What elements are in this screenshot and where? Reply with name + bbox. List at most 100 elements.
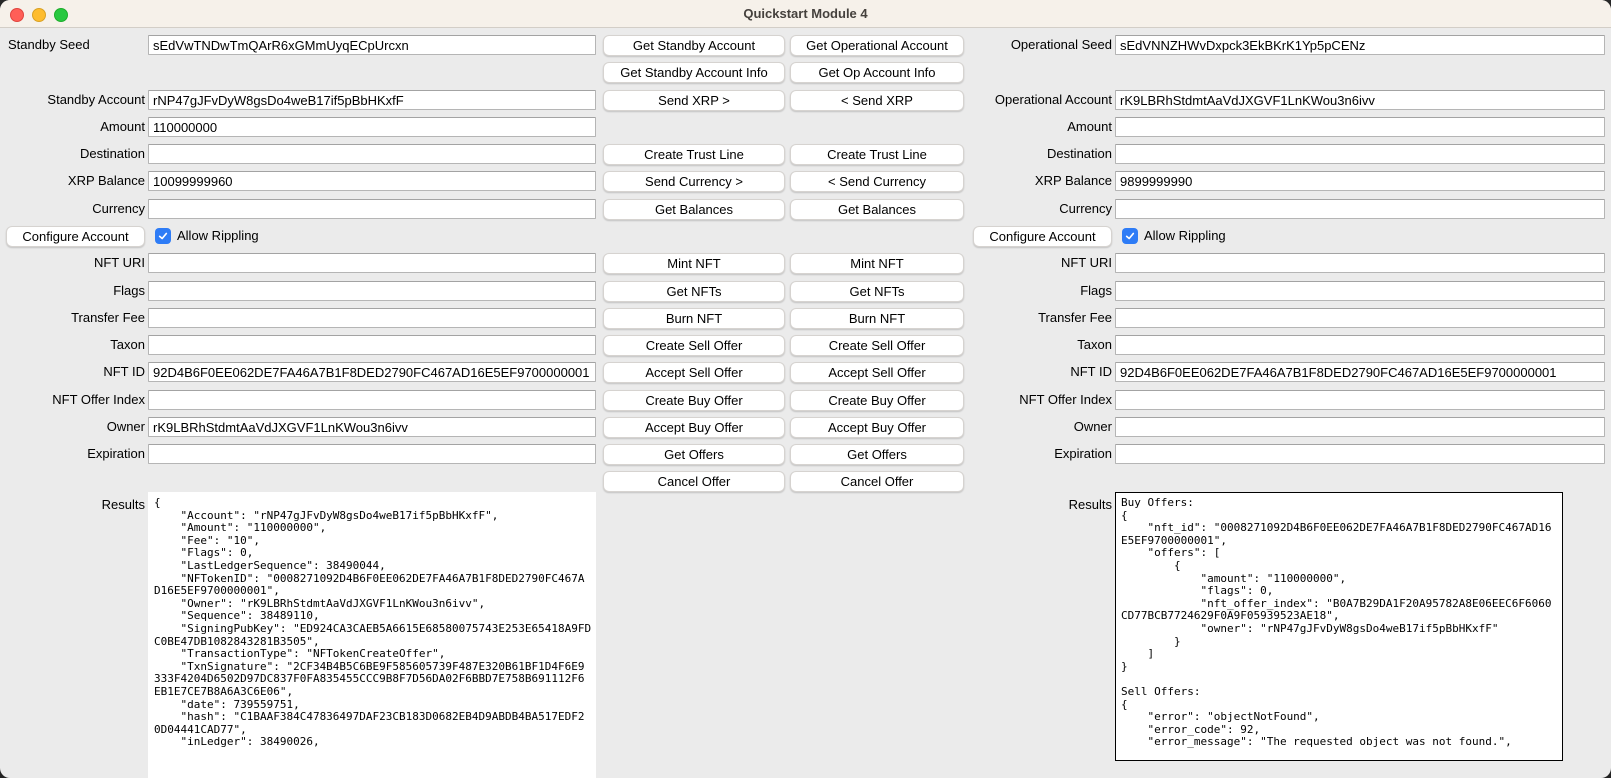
standby-nft-offer-index-input[interactable] [148,390,596,410]
row-seed: Standby Seed Get Standby Account Get Ope… [0,35,1611,56]
operational-configure-account-button[interactable]: Configure Account [973,226,1112,247]
operational-allow-rippling: Allow Rippling [1122,227,1226,245]
standby-accept-buy-offer-button[interactable]: Accept Buy Offer [603,417,785,438]
standby-nft-offer-index-label: NFT Offer Index [6,390,145,410]
get-operational-account-button[interactable]: Get Operational Account [790,35,964,56]
standby-create-buy-offer-button[interactable]: Create Buy Offer [603,390,785,411]
standby-results-textarea[interactable]: { "Account": "rNP47gJFvDyW8gsDo4weB17if5… [148,492,596,778]
row-destination: Destination Create Trust Line Create Tru… [0,144,1611,165]
send-currency-right-button[interactable]: Send Currency > [603,171,785,192]
standby-amount-label: Amount [6,117,145,137]
standby-seed-input[interactable] [148,35,596,55]
standby-owner-input[interactable] [148,417,596,437]
checkmark-icon [158,231,168,241]
standby-expiration-input[interactable] [148,444,596,464]
operational-accept-sell-offer-button[interactable]: Accept Sell Offer [790,362,964,383]
get-op-account-info-button[interactable]: Get Op Account Info [790,62,964,83]
standby-create-sell-offer-button[interactable]: Create Sell Offer [603,335,785,356]
standby-destination-input[interactable] [148,144,596,164]
standby-nft-uri-input[interactable] [148,253,596,273]
operational-seed-input[interactable] [1115,35,1605,55]
row-cancel-offer: Cancel Offer Cancel Offer [0,471,1611,492]
standby-xrp-balance-label: XRP Balance [6,171,145,191]
operational-taxon-input[interactable] [1115,335,1605,355]
row-nft-offer-index: NFT Offer Index Create Buy Offer Create … [0,390,1611,411]
operational-allow-rippling-checkbox[interactable] [1122,228,1138,244]
operational-nft-uri-input[interactable] [1115,253,1605,273]
standby-transfer-fee-label: Transfer Fee [6,308,145,328]
send-xrp-right-button[interactable]: Send XRP > [603,90,785,111]
standby-mint-nft-button[interactable]: Mint NFT [603,253,785,274]
operational-transfer-fee-input[interactable] [1115,308,1605,328]
operational-burn-nft-button[interactable]: Burn NFT [790,308,964,329]
standby-cancel-offer-button[interactable]: Cancel Offer [603,471,785,492]
operational-create-sell-offer-button[interactable]: Create Sell Offer [790,335,964,356]
row-taxon: Taxon Create Sell Offer Create Sell Offe… [0,335,1611,356]
operational-create-buy-offer-button[interactable]: Create Buy Offer [790,390,964,411]
standby-taxon-input[interactable] [148,335,596,355]
operational-destination-input[interactable] [1115,144,1605,164]
operational-transfer-fee-label: Transfer Fee [945,308,1112,328]
row-account: Standby Account Send XRP > < Send XRP Op… [0,90,1611,111]
operational-account-label: Operational Account [945,90,1112,110]
operational-get-nfts-button[interactable]: Get NFTs [790,281,964,302]
standby-expiration-label: Expiration [6,444,145,464]
operational-amount-input[interactable] [1115,117,1605,137]
operational-get-offers-button[interactable]: Get Offers [790,444,964,465]
send-currency-left-button[interactable]: < Send Currency [790,171,964,192]
standby-account-label: Standby Account [6,90,145,110]
operational-nft-id-input[interactable] [1115,362,1605,382]
standby-amount-input[interactable] [148,117,596,137]
standby-get-nfts-button[interactable]: Get NFTs [603,281,785,302]
get-standby-account-info-button[interactable]: Get Standby Account Info [603,62,785,83]
standby-nft-id-input[interactable] [148,362,596,382]
operational-seed-label: Operational Seed [945,35,1112,55]
operational-account-input[interactable] [1115,90,1605,110]
operational-cancel-offer-button[interactable]: Cancel Offer [790,471,964,492]
operational-mint-nft-button[interactable]: Mint NFT [790,253,964,274]
standby-configure-account-button[interactable]: Configure Account [6,226,145,247]
standby-burn-nft-button[interactable]: Burn NFT [603,308,785,329]
operational-currency-input[interactable] [1115,199,1605,219]
standby-create-trust-line-button[interactable]: Create Trust Line [603,144,785,165]
standby-owner-label: Owner [6,417,145,437]
standby-seed-label: Standby Seed [8,35,147,55]
operational-flags-input[interactable] [1115,281,1605,301]
standby-allow-rippling-checkbox[interactable] [155,228,171,244]
operational-amount-label: Amount [945,117,1112,137]
operational-currency-label: Currency [945,199,1112,219]
operational-xrp-balance-input[interactable] [1115,171,1605,191]
operational-accept-buy-offer-button[interactable]: Accept Buy Offer [790,417,964,438]
row-xrp-balance: XRP Balance Send Currency > < Send Curre… [0,171,1611,192]
row-configure: Configure Account Allow Rippling Configu… [0,226,1611,247]
operational-allow-rippling-label: Allow Rippling [1144,227,1226,245]
standby-accept-sell-offer-button[interactable]: Accept Sell Offer [603,362,785,383]
row-amount: Amount Amount [0,117,1611,138]
standby-results-label: Results [6,497,145,512]
row-expiration: Expiration Get Offers Get Offers Expirat… [0,444,1611,465]
standby-transfer-fee-input[interactable] [148,308,596,328]
get-standby-account-button[interactable]: Get Standby Account [603,35,785,56]
row-currency: Currency Get Balances Get Balances Curre… [0,199,1611,220]
operational-create-trust-line-button[interactable]: Create Trust Line [790,144,964,165]
operational-expiration-input[interactable] [1115,444,1605,464]
titlebar: Quickstart Module 4 [0,0,1611,28]
window-title: Quickstart Module 4 [0,0,1611,28]
standby-allow-rippling: Allow Rippling [155,227,259,245]
standby-destination-label: Destination [6,144,145,164]
operational-nft-id-label: NFT ID [945,362,1112,382]
send-xrp-left-button[interactable]: < Send XRP [790,90,964,111]
standby-xrp-balance-input[interactable] [148,171,596,191]
operational-nft-offer-index-input[interactable] [1115,390,1605,410]
standby-currency-input[interactable] [148,199,596,219]
operational-results-textarea[interactable]: Buy Offers: { "nft_id": "0008271092D4B6F… [1115,492,1563,761]
operational-owner-label: Owner [945,417,1112,437]
row-flags: Flags Get NFTs Get NFTs Flags [0,281,1611,302]
standby-get-offers-button[interactable]: Get Offers [603,444,785,465]
operational-get-balances-button[interactable]: Get Balances [790,199,964,220]
row-nft-uri: NFT URI Mint NFT Mint NFT NFT URI [0,253,1611,274]
operational-owner-input[interactable] [1115,417,1605,437]
standby-flags-input[interactable] [148,281,596,301]
standby-get-balances-button[interactable]: Get Balances [603,199,785,220]
standby-account-input[interactable] [148,90,596,110]
